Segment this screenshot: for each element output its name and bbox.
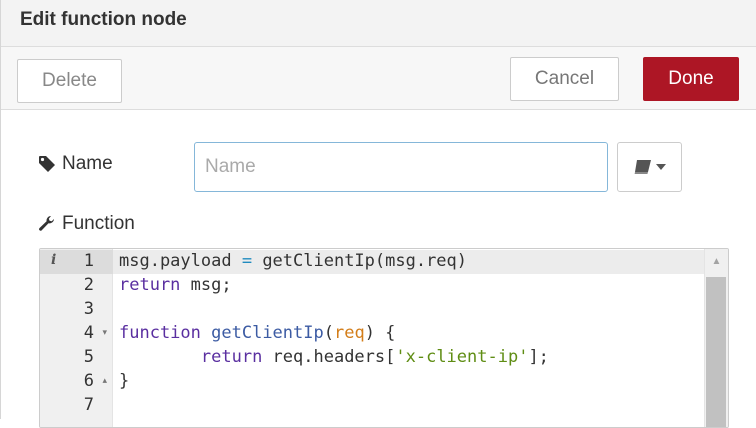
scroll-thumb[interactable] xyxy=(706,277,726,427)
wrench-icon xyxy=(38,215,56,233)
code-token: = xyxy=(241,251,253,271)
name-input[interactable] xyxy=(194,142,608,192)
line-number: 1 xyxy=(83,251,94,271)
caret-down-icon xyxy=(656,163,666,171)
gutter-line: 7 xyxy=(40,394,113,418)
function-label-text: Function xyxy=(62,213,135,234)
tray-header: Edit function node xyxy=(1,0,756,47)
code-token: 'x-client-ip' xyxy=(395,347,529,367)
name-label: Name xyxy=(38,153,113,175)
code-token: req.headers[ xyxy=(262,347,396,367)
code-line[interactable]: return msg; xyxy=(113,274,704,298)
gutter-line: 5 xyxy=(40,346,113,370)
function-label: Function xyxy=(38,213,135,235)
done-button[interactable]: Done xyxy=(643,57,739,101)
code-token: } xyxy=(119,371,130,391)
code-line-text: return req.headers['x-client-ip']; xyxy=(119,347,549,367)
gutter-line: i1 xyxy=(40,250,113,274)
gutter-line: 6 ▴ xyxy=(40,370,113,394)
code-token: return xyxy=(119,275,181,295)
tray-toolbar: Delete Cancel Done xyxy=(1,47,756,110)
editor-code-area[interactable]: msg.payload = getClientIp(msg.req) return… xyxy=(113,249,704,427)
code-line[interactable]: function getClientIp(req) { xyxy=(113,322,704,346)
line-number: 7 xyxy=(83,395,94,415)
code-line-text: function getClientIp(req) { xyxy=(119,323,395,343)
code-token: getClientIp(msg.req) xyxy=(252,251,468,271)
gutter-line: 2 xyxy=(40,274,113,298)
code-line[interactable]: return req.headers['x-client-ip']; xyxy=(113,346,704,370)
editor-scrollbar[interactable]: ▲ xyxy=(704,249,728,427)
code-line[interactable]: msg.payload = getClientIp(msg.req) xyxy=(113,250,704,274)
fold-toggle-icon[interactable]: ▾ xyxy=(102,327,107,338)
cancel-button[interactable]: Cancel xyxy=(510,57,619,101)
code-line[interactable] xyxy=(113,394,704,418)
code-token: getClientIp xyxy=(211,323,324,343)
code-token: function xyxy=(119,323,201,343)
code-editor[interactable]: i 1 2 3 4 ▾ 5 6 ▴ 7 msg.payload = getClientIp(msg… xyxy=(39,248,729,428)
line-number: 5 xyxy=(83,347,94,367)
code-token: ( xyxy=(323,323,334,343)
book-icon xyxy=(633,159,653,175)
code-token: return xyxy=(200,347,263,367)
code-token: msg; xyxy=(180,275,232,295)
dialog-title: Edit function node xyxy=(20,9,187,30)
line-number: 2 xyxy=(83,275,94,295)
code-token: ]; xyxy=(528,347,549,367)
info-icon[interactable]: i xyxy=(51,252,56,268)
code-line[interactable] xyxy=(113,298,704,322)
code-token: msg.payload xyxy=(119,251,242,271)
code-line-text: } xyxy=(119,371,129,391)
code-token: req xyxy=(333,323,365,343)
code-line[interactable]: } xyxy=(113,370,704,394)
line-number: 4 xyxy=(83,323,94,343)
code-line-text: msg.payload = getClientIp(msg.req) xyxy=(119,251,467,271)
delete-button[interactable]: Delete xyxy=(17,59,122,103)
code-line-text: return msg; xyxy=(119,275,232,295)
line-number: 3 xyxy=(83,299,94,319)
gutter-line: 4 ▾ xyxy=(40,322,113,346)
tag-icon xyxy=(38,155,56,173)
scroll-up-arrow-icon[interactable]: ▲ xyxy=(705,249,728,273)
code-token: ) { xyxy=(364,323,396,343)
edit-node-tray: Edit function node Delete Cancel Done Na… xyxy=(0,0,756,428)
fold-toggle-icon[interactable]: ▴ xyxy=(102,375,107,386)
gutter-line: 3 xyxy=(40,298,113,322)
line-number: 6 xyxy=(83,371,94,391)
name-label-text: Name xyxy=(62,153,113,174)
library-button[interactable] xyxy=(617,142,682,192)
editor-gutter: i 1 2 3 4 ▾ 5 6 ▴ 7 xyxy=(40,249,113,427)
